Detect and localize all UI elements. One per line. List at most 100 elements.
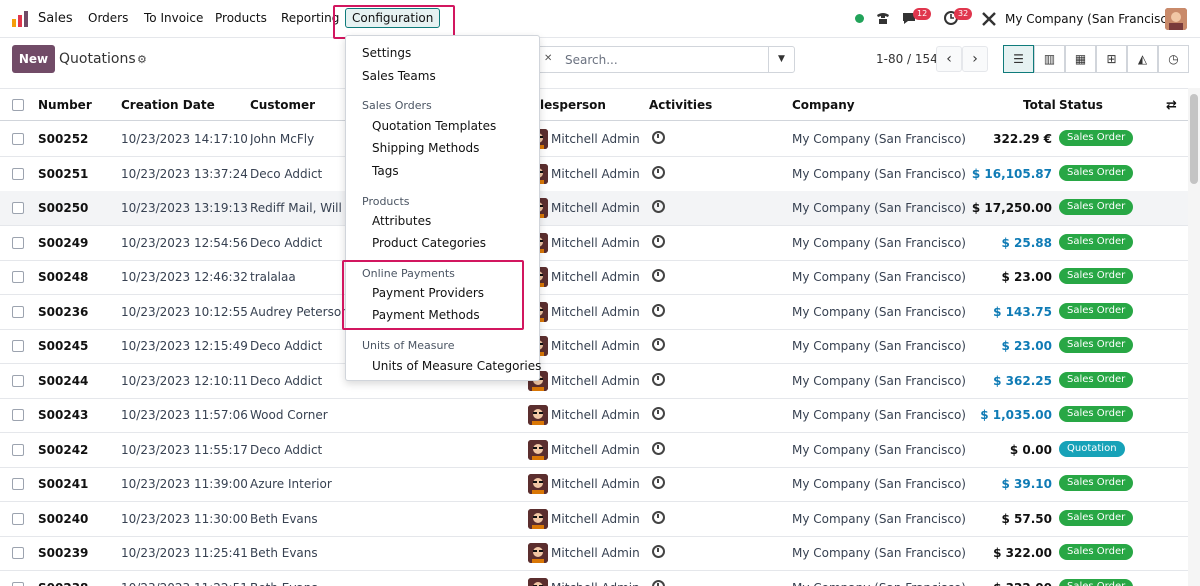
- activity-clock-icon[interactable]: [652, 510, 665, 524]
- row-checkbox[interactable]: [12, 340, 24, 352]
- search-bar[interactable]: ✕ Search... ▼: [537, 46, 795, 73]
- company-name: My Company (San Francisco): [792, 546, 966, 560]
- gear-icon[interactable]: ⚙: [137, 53, 147, 66]
- row-checkbox[interactable]: [12, 512, 24, 525]
- table-row[interactable]: S00240 10/23/2023 11:30:00 Beth Evans Mitch…: [0, 502, 1188, 537]
- column-activities[interactable]: Activities: [649, 98, 712, 112]
- activity-clock-icon[interactable]: [652, 407, 665, 420]
- table-row[interactable]: S00245 10/23/2023 12:15:49 Deco Addict Mitc…: [0, 329, 1188, 364]
- messages-badge: 12: [913, 8, 932, 20]
- debug-tools-icon[interactable]: [982, 12, 996, 26]
- menu-item-sales-teams[interactable]: Sales Teams: [362, 69, 436, 83]
- row-checkbox[interactable]: [12, 478, 24, 490]
- menu-item-quotation-templates[interactable]: Quotation Templates: [372, 119, 496, 133]
- activity-clock-icon[interactable]: [652, 234, 665, 248]
- activity-clock-icon[interactable]: [652, 338, 665, 351]
- creation-date: 10/23/2023 13:37:24: [121, 166, 248, 181]
- app-name[interactable]: Sales: [38, 11, 73, 26]
- menu-item-uom-categories[interactable]: Units of Measure Categories: [372, 359, 541, 373]
- nav-orders[interactable]: Orders: [88, 11, 128, 25]
- order-number: S00238: [38, 581, 88, 586]
- table-row[interactable]: S00239 10/23/2023 11:25:41 Beth Evans Mitch…: [0, 536, 1188, 571]
- menu-item-settings[interactable]: Settings: [362, 46, 411, 60]
- kanban-view-icon[interactable]: ▥: [1034, 45, 1065, 73]
- page-title: Quotations: [59, 51, 136, 67]
- highlight-online-payments: [342, 260, 524, 330]
- table-row[interactable]: S00243 10/23/2023 11:57:06 Wood Corner Mitc…: [0, 398, 1188, 433]
- status-badge: Sales Order: [1059, 268, 1134, 284]
- pager-next-button[interactable]: ›: [962, 46, 988, 72]
- menu-item-product-categories[interactable]: Product Categories: [372, 236, 486, 250]
- row-checkbox[interactable]: [12, 271, 24, 283]
- table-row[interactable]: S00248 10/23/2023 12:46:32 tralalaa Mitchel…: [0, 260, 1188, 295]
- nav-to-invoice[interactable]: To Invoice: [144, 11, 203, 25]
- activity-clock-icon[interactable]: [652, 269, 665, 282]
- scrollbar[interactable]: [1188, 88, 1200, 586]
- row-checkbox[interactable]: [12, 581, 24, 586]
- column-status[interactable]: Status: [1059, 98, 1103, 112]
- table-row[interactable]: S00252 10/23/2023 14:17:10 John McFly Mitch…: [0, 122, 1188, 157]
- column-salesperson[interactable]: lesperson: [540, 98, 606, 112]
- creation-date: 10/23/2023 12:46:32: [121, 270, 248, 284]
- table-row[interactable]: S00238 10/23/2023 11:22:51Beth Evans Mitch…: [0, 571, 1188, 586]
- salesperson-name: Mitchell Admin: [551, 408, 640, 422]
- search-input[interactable]: Search...: [565, 53, 618, 67]
- row-checkbox[interactable]: [12, 167, 24, 180]
- table-row[interactable]: S00251 10/23/2023 13:37:24 Deco Addict Mitc…: [0, 157, 1188, 192]
- menu-item-shipping-methods[interactable]: Shipping Methods: [372, 141, 479, 155]
- column-number[interactable]: Number: [38, 98, 92, 112]
- chevron-down-icon[interactable]: ▼: [768, 47, 794, 72]
- row-checkbox[interactable]: [12, 202, 24, 214]
- activity-clock-icon[interactable]: [652, 579, 665, 586]
- select-all-checkbox[interactable]: [12, 99, 24, 111]
- user-avatar[interactable]: [1165, 8, 1187, 30]
- activity-clock-icon[interactable]: [652, 200, 665, 213]
- activity-clock-icon[interactable]: [652, 303, 665, 317]
- nav-reporting[interactable]: Reporting: [281, 11, 339, 25]
- menu-item-attributes[interactable]: Attributes: [372, 214, 431, 228]
- customer-name: Azure Interior: [250, 477, 332, 491]
- list-view-icon[interactable]: ☰: [1003, 45, 1034, 73]
- phone-icon[interactable]: [875, 10, 891, 26]
- table-row[interactable]: S00250 10/23/2023 13:19:13 Rediff Mail, Wi…: [0, 191, 1188, 226]
- column-company[interactable]: Company: [792, 98, 855, 112]
- table-row[interactable]: S00241 10/23/2023 11:39:00 Azure Interior M…: [0, 467, 1188, 502]
- row-checkbox[interactable]: [12, 305, 24, 318]
- nav-products[interactable]: Products: [215, 11, 267, 25]
- activity-clock-icon[interactable]: [652, 131, 665, 144]
- row-checkbox[interactable]: [12, 236, 24, 249]
- status-badge: Sales Order: [1059, 130, 1134, 146]
- activity-clock-icon[interactable]: [652, 476, 665, 489]
- table-row[interactable]: S00236 10/23/2023 10:12:55 Audrey Peterson…: [0, 295, 1188, 330]
- pager-previous-button[interactable]: ‹: [936, 46, 962, 72]
- new-button[interactable]: New: [12, 45, 55, 73]
- calendar-view-icon[interactable]: ▦: [1065, 45, 1096, 73]
- activity-clock-icon[interactable]: [652, 441, 665, 455]
- activity-clock-icon[interactable]: [652, 545, 665, 558]
- activity-view-icon[interactable]: ◷: [1158, 45, 1189, 73]
- row-checkbox[interactable]: [12, 133, 24, 145]
- row-checkbox[interactable]: [12, 443, 24, 456]
- pivot-view-icon[interactable]: ⊞: [1096, 45, 1127, 73]
- pager-value[interactable]: 1-80 / 154: [876, 52, 938, 66]
- column-customer[interactable]: Customer: [250, 98, 315, 112]
- table-row[interactable]: S00249 10/23/2023 12:54:56 Deco Addict Mitc…: [0, 226, 1188, 261]
- close-icon[interactable]: ✕: [544, 53, 552, 64]
- table-row[interactable]: S00242 10/23/2023 11:55:17 Deco Addict Mitc…: [0, 433, 1188, 468]
- menu-item-tags[interactable]: Tags: [372, 164, 399, 178]
- company-name: My Company (San Francisco): [792, 477, 966, 491]
- optional-columns-toggle-icon[interactable]: ⇄: [1166, 98, 1177, 113]
- table-row[interactable]: S00244 10/23/2023 12:10:11 Deco Addict Mitc…: [0, 364, 1188, 399]
- column-creation-date[interactable]: Creation Date: [121, 98, 215, 112]
- row-checkbox[interactable]: [12, 409, 24, 421]
- row-checkbox[interactable]: [12, 547, 24, 559]
- activity-clock-icon[interactable]: [652, 372, 665, 386]
- graph-view-icon[interactable]: ◭: [1127, 45, 1158, 73]
- sales-app-icon[interactable]: [11, 10, 29, 28]
- scrollbar-thumb[interactable]: [1190, 94, 1198, 184]
- customer-name: Beth Evans: [250, 511, 318, 526]
- row-checkbox[interactable]: [12, 374, 24, 387]
- column-total[interactable]: Total: [1023, 98, 1056, 112]
- company-switcher[interactable]: My Company (San Francisco): [1005, 12, 1179, 26]
- activity-clock-icon[interactable]: [652, 165, 665, 179]
